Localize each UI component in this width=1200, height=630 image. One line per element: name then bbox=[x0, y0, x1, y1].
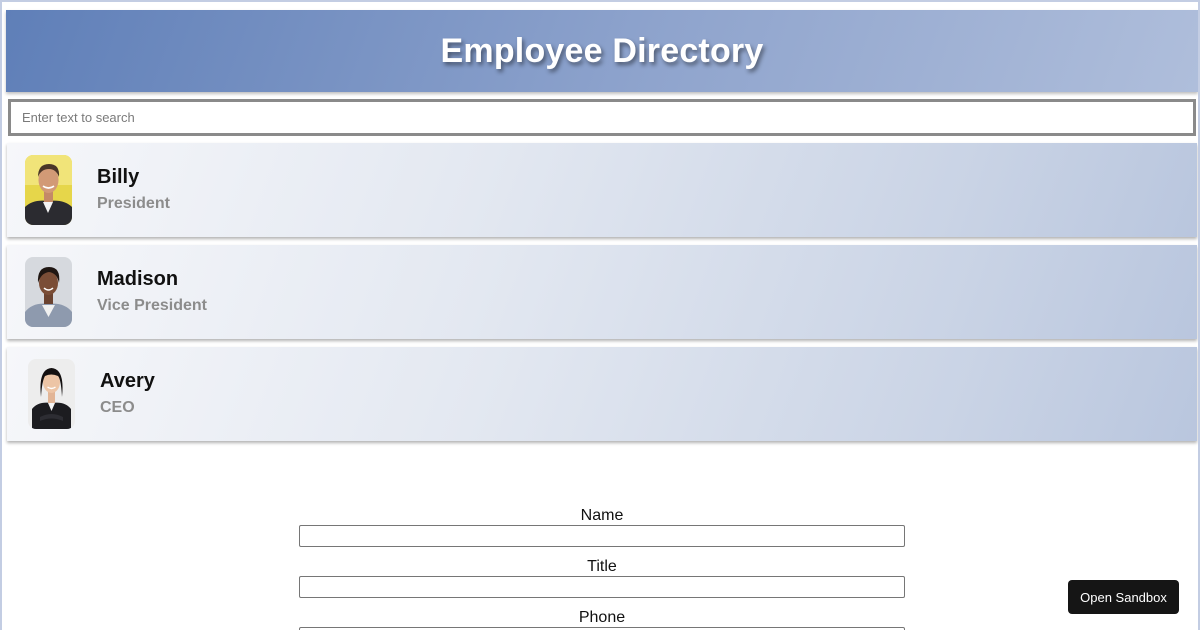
employee-card-avery[interactable]: Avery CEO bbox=[7, 347, 1197, 441]
employee-title: Vice President bbox=[97, 297, 207, 314]
page-header: Employee Directory bbox=[6, 10, 1198, 92]
avatar bbox=[25, 155, 72, 225]
phone-label: Phone bbox=[578, 609, 626, 626]
open-sandbox-button[interactable]: Open Sandbox bbox=[1068, 580, 1179, 614]
title-label: Title bbox=[587, 558, 617, 575]
employee-title: President bbox=[97, 195, 170, 212]
employee-name: Avery bbox=[100, 370, 155, 392]
name-field[interactable] bbox=[299, 525, 905, 547]
employee-card-billy[interactable]: Billy President bbox=[7, 143, 1197, 237]
name-label: Name bbox=[580, 507, 624, 524]
avatar bbox=[25, 257, 72, 327]
app-frame: Employee Directory Billy President bbox=[0, 0, 1200, 630]
page-title: Employee Directory bbox=[440, 31, 764, 70]
employee-title: CEO bbox=[100, 399, 135, 416]
employee-name: Billy bbox=[97, 166, 140, 188]
employee-form: Name Title Phone bbox=[299, 506, 905, 630]
employee-card-madison[interactable]: Madison Vice President bbox=[7, 245, 1197, 339]
avatar bbox=[28, 359, 75, 429]
employee-name: Madison bbox=[97, 268, 179, 290]
title-field[interactable] bbox=[299, 576, 905, 598]
search-input[interactable] bbox=[8, 99, 1196, 136]
